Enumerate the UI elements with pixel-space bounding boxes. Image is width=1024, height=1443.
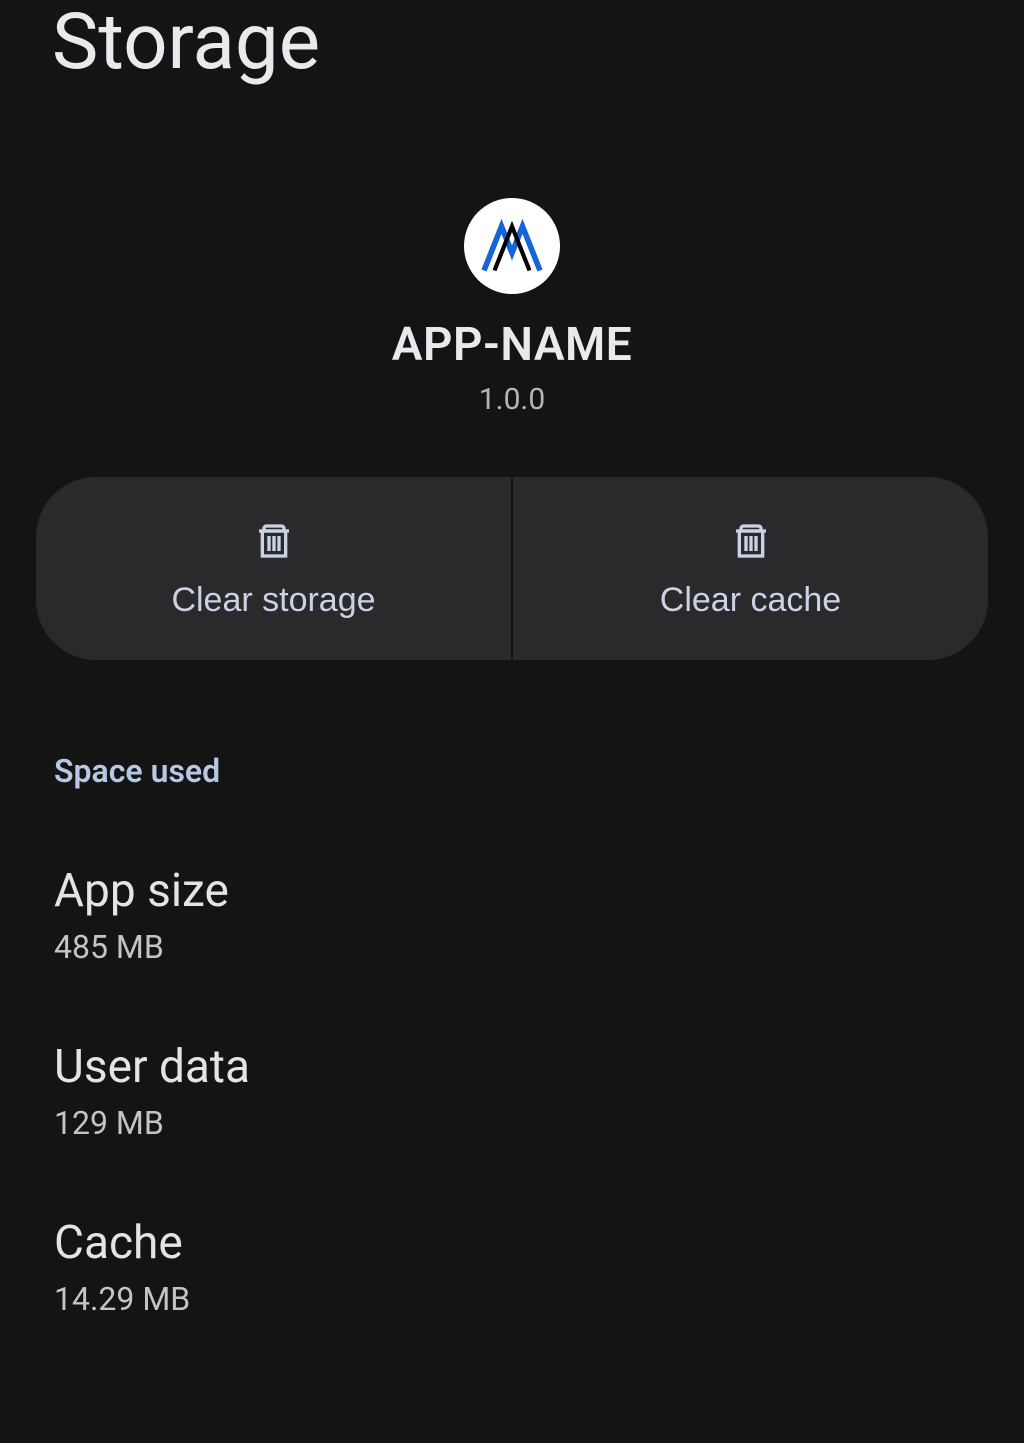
clear-cache-label: Clear cache: [660, 581, 841, 620]
stat-value: 14.29 MB: [54, 1280, 1024, 1318]
stat-value: 485 MB: [54, 928, 1024, 966]
app-version-label: 1.0.0: [479, 382, 545, 417]
app-logo-icon: [477, 211, 547, 281]
stat-label: Cache: [54, 1216, 1024, 1270]
action-button-row: Clear storage Clear cache: [36, 477, 988, 660]
stat-user-data: User data 129 MB: [0, 1040, 1024, 1142]
app-name-label: APP-NAME: [392, 318, 632, 372]
app-icon: [464, 198, 560, 294]
trash-icon: [731, 519, 771, 563]
stat-value: 129 MB: [54, 1104, 1024, 1142]
clear-cache-button[interactable]: Clear cache: [513, 477, 988, 660]
stat-label: App size: [54, 864, 1024, 918]
clear-storage-button[interactable]: Clear storage: [36, 477, 511, 660]
trash-icon: [254, 519, 294, 563]
clear-storage-label: Clear storage: [171, 581, 375, 620]
app-header: APP-NAME 1.0.0: [0, 198, 1024, 417]
stat-cache: Cache 14.29 MB: [0, 1216, 1024, 1318]
page-title: Storage: [0, 0, 1024, 86]
space-used-heading: Space used: [0, 752, 1024, 790]
stat-label: User data: [54, 1040, 1024, 1094]
stat-app-size: App size 485 MB: [0, 864, 1024, 966]
